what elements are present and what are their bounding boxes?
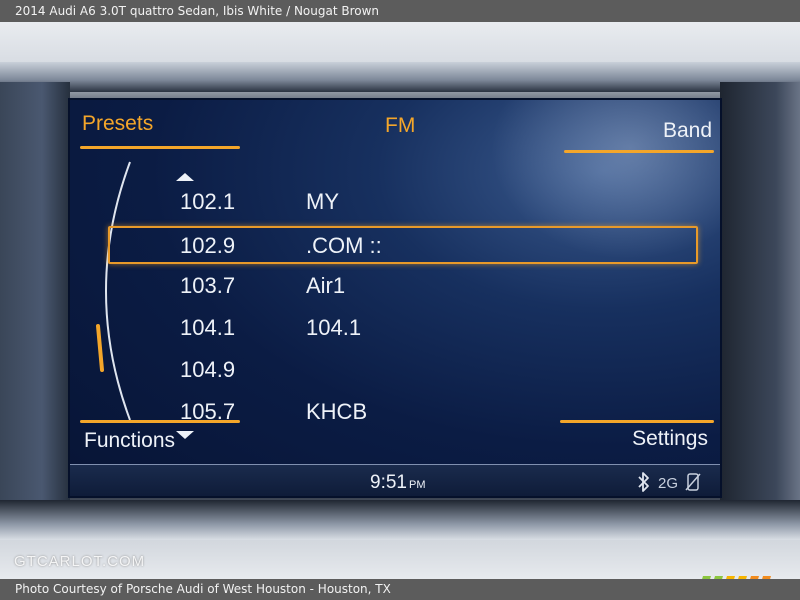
status-bar: 9:51 PM 2G [70,464,720,496]
station-row-selected[interactable]: 102.9 .COM :: [108,226,698,264]
watermark-logo: GTCARLOT.COM [14,553,146,570]
scroll-thumb[interactable] [96,324,104,372]
station-frequency: 102.9 [180,233,236,258]
clock-ampm: PM [408,479,426,491]
clock-time: 9:51 [370,472,407,493]
presets-softkey[interactable]: Presets [82,112,153,136]
settings-overline [560,420,714,423]
functions-overline [80,420,240,423]
clock: 9:51 PM [370,472,425,494]
station-row[interactable]: 105.7 KHCB [110,394,700,432]
infotainment-screen: Presets FM Band 102.1 MY 102.9 .COM :: 1… [68,98,722,498]
station-name: 104.1 [306,315,362,340]
station-row[interactable]: 102.1 MY [110,184,700,222]
dash-bezel-bottom [0,500,800,540]
station-name: .COM :: [306,233,382,258]
dash-bezel-right [720,82,800,522]
station-frequency: 104.9 [180,357,236,382]
photo-caption-title: 2014 Audi A6 3.0T quattro Sedan, Ibis Wh… [0,0,800,22]
functions-softkey[interactable]: Functions [84,429,175,453]
band-underline [564,150,714,153]
band-softkey[interactable]: Band [663,119,712,143]
station-frequency: 103.7 [180,273,236,298]
presets-underline [80,146,240,149]
station-name: KHCB [306,399,368,424]
station-row[interactable]: 103.7 Air1 [110,268,700,306]
photo-caption-credit: Photo Courtesy of Porsche Audi of West H… [0,579,800,600]
station-row[interactable]: 104.1 104.1 [110,310,700,348]
settings-softkey[interactable]: Settings [632,427,708,451]
scroll-up-icon[interactable] [176,172,194,182]
station-frequency: 104.1 [180,315,236,340]
station-frequency: 102.1 [180,189,236,214]
dash-bezel-left [0,82,70,522]
station-row[interactable]: 104.9 [110,352,700,390]
dash-bezel-top [0,62,800,92]
bluetooth-icon [638,472,649,492]
phone-icon [685,473,701,491]
photo: Presets FM Band 102.1 MY 102.9 .COM :: 1… [0,22,800,579]
station-name: MY [306,189,339,214]
station-name: Air1 [306,273,346,298]
source-title: FM [385,114,416,137]
network-indicator: 2G [658,475,679,492]
